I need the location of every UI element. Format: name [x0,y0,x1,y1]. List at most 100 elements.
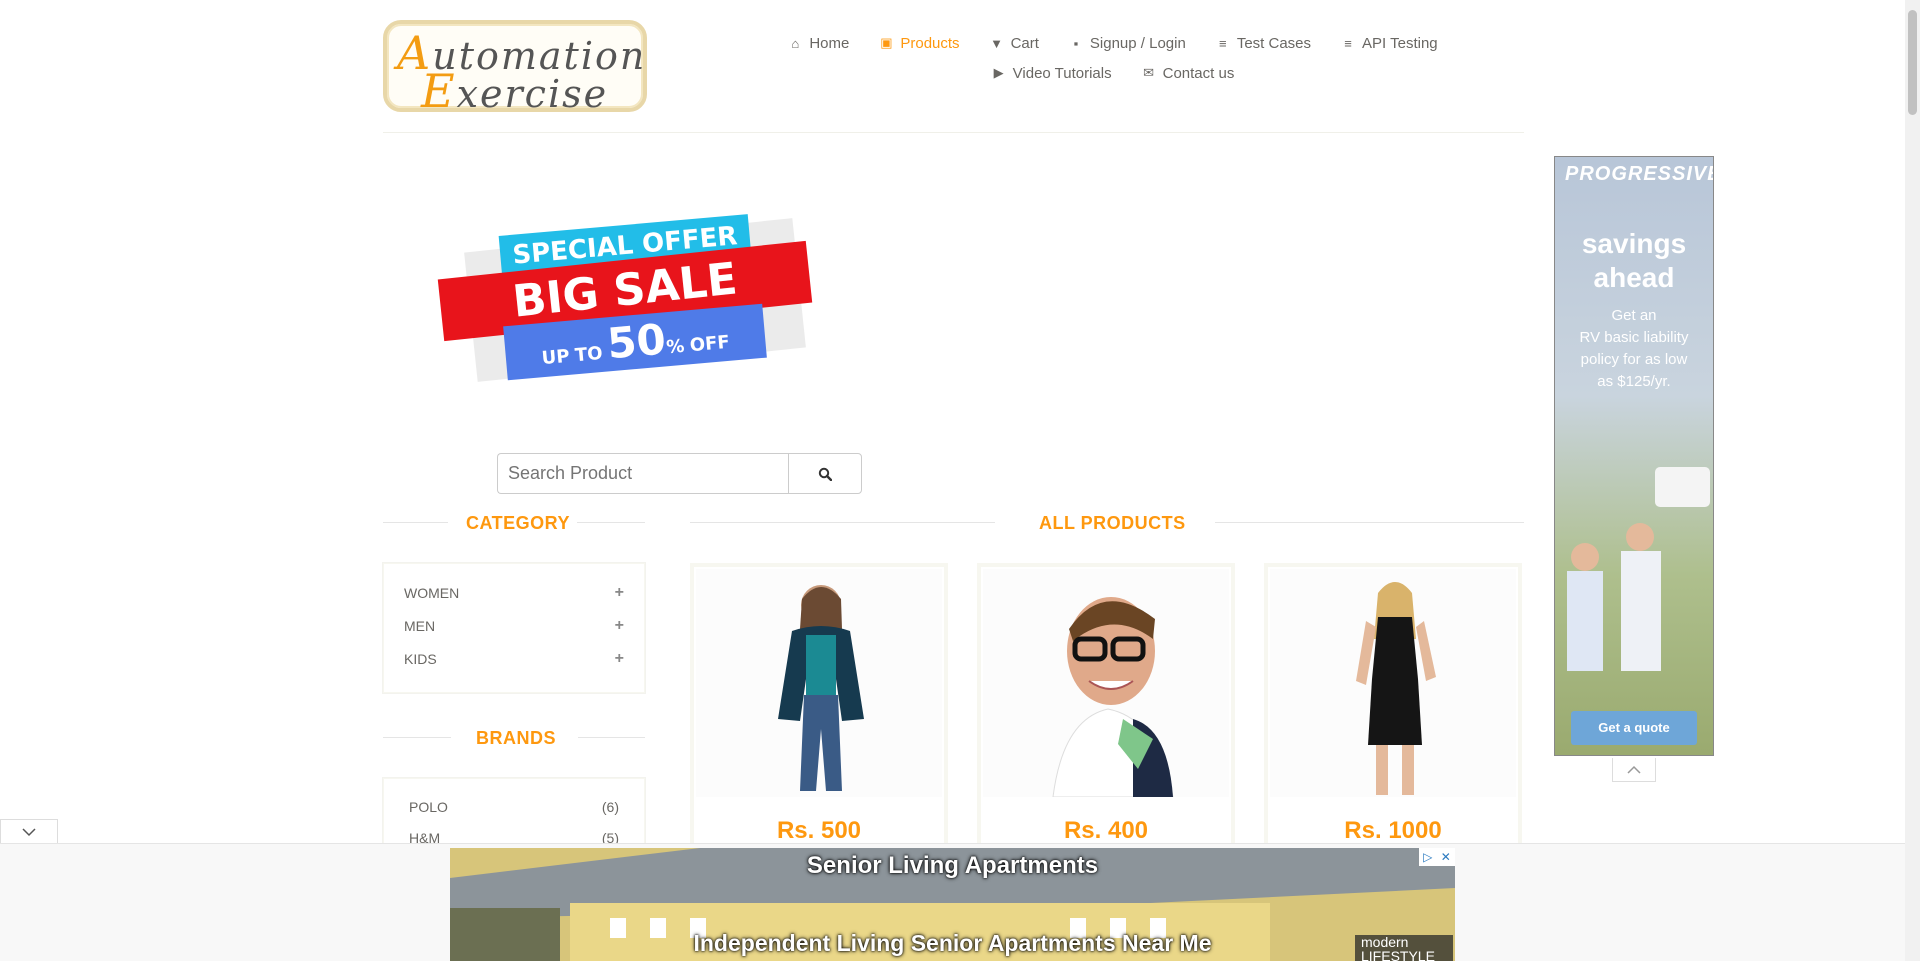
search-icon [818,467,832,481]
nav-label: Home [809,34,850,52]
divider [1215,522,1524,523]
product-image[interactable] [1270,569,1516,797]
ad-brand-line: modern [1361,934,1409,950]
nav-label: Video Tutorials [1012,64,1112,82]
nav-label: Cart [1010,34,1039,52]
banner-up: UP [540,345,571,370]
category-panel: WOMEN + MEN + KIDS + [383,563,645,693]
category-label: WOMEN [404,585,460,601]
side-advertisement[interactable]: PROGRESSIVE savings ahead Get an RV basi… [1554,156,1714,756]
ad-body: Get an RV basic liability policy for as … [1565,305,1703,393]
category-men[interactable]: MEN + [404,615,624,637]
category-women[interactable]: WOMEN + [404,582,624,604]
banner-percent: 50 [605,314,668,369]
product-image[interactable] [983,569,1229,797]
bottom-ad-toggle[interactable] [0,819,58,844]
search-button[interactable] [788,453,862,494]
brand-polo[interactable]: POLO (6) [409,799,619,819]
plus-icon[interactable]: + [615,650,624,668]
category-kids[interactable]: KIDS + [404,648,624,670]
collapse-ad-tab[interactable] [1612,758,1656,782]
get-quote-button[interactable]: Get a quote [1571,711,1697,745]
nav-label: Products [900,34,960,52]
search-input[interactable] [497,453,792,494]
ad-headline-line: savings [1581,228,1687,259]
nav-contact-us[interactable]: ✉ Contact us [1142,64,1235,82]
nav-test-cases[interactable]: ≡ Test Cases [1216,35,1311,52]
ad-headline-line: ahead [1593,262,1675,293]
ad-body-line: RV basic liability [1579,329,1689,346]
ad-brand-line: LIFESTYLE [1361,948,1435,961]
product-card[interactable]: Rs. 500 [690,563,948,863]
plus-icon[interactable]: + [615,584,624,602]
chevron-up-icon [1627,765,1641,774]
all-products-heading: ALL PRODUCTS [690,511,1524,535]
bottom-ad-subtitle: Independent Living Senior Apartments Nea… [693,930,1212,956]
nav-label: API Testing [1362,34,1438,52]
brands-title: BRANDS [476,727,557,748]
envelope-icon: ✉ [1143,65,1155,80]
divider [577,522,645,523]
site-header: Automation Exercise ⌂ Home ▣ Products ▼ … [383,0,1524,133]
main-nav: ⌂ Home ▣ Products ▼ Cart ▪ Signup / Logi… [783,28,1443,88]
product-card[interactable]: Rs. 400 [977,563,1235,863]
nav-api-testing[interactable]: ≡ API Testing [1341,34,1438,52]
brand-count: (6) [601,799,619,815]
product-price: Rs. 400 [1063,817,1149,844]
brand-label: POLO [409,799,448,815]
site-logo[interactable]: Automation Exercise [383,20,647,118]
divider [383,737,451,738]
nav-label: Test Cases [1236,34,1312,52]
nav-products[interactable]: ▣ Products [879,35,959,52]
logo-letter: E [421,64,457,118]
category-title: CATEGORY [466,512,571,533]
divider [690,522,995,523]
divider [383,522,448,523]
ad-body-line: Get an [1611,307,1657,324]
product-price: Rs. 500 [776,817,862,844]
category-label: MEN [404,618,436,634]
cart-icon: ▼ [990,35,1003,51]
ad-headline: savings ahead [1555,227,1713,295]
product-image[interactable] [696,569,942,797]
scrollbar-thumb[interactable] [1908,10,1917,115]
chevron-down-icon [22,828,36,837]
sale-banner: SPECIAL OFFER BIG SALE UP TO 50% OFF [437,214,830,385]
product-price: Rs. 1000 [1344,817,1442,844]
ad-body-line: policy for as low [1580,351,1688,368]
nav-label: Contact us [1162,64,1235,82]
bottom-ad-title: Senior Living Apartments [806,852,1099,879]
logo-text: xercise [456,72,609,116]
nav-video-tutorials[interactable]: ▶ Video Tutorials [992,65,1112,82]
category-heading: CATEGORY [383,511,645,535]
close-icon[interactable]: ✕ [1441,850,1451,864]
product-card[interactable]: Rs. 1000 [1264,563,1522,863]
plus-icon[interactable]: + [615,617,624,635]
brands-heading: BRANDS [383,726,645,750]
nav-signup-login[interactable]: ▪ Signup / Login [1069,35,1186,52]
banner-off: OFF [688,331,731,357]
ad-choices-badge[interactable]: ▷ ✕ [1419,848,1455,866]
ad-body-line: as $125/yr. [1597,373,1671,390]
man-figure-icon [1052,597,1174,797]
page-scrollbar[interactable] [1905,0,1920,961]
banner-pct-sign: % [665,335,686,359]
brands-panel: POLO (6) H&M (5) [383,778,645,848]
list-icon: ≡ [1344,35,1352,51]
category-label: KIDS [404,651,437,667]
nav-label: Signup / Login [1089,34,1186,52]
briefcase-icon: ▣ [880,35,893,50]
home-icon: ⌂ [791,35,800,51]
adchoices-icon[interactable]: ▷ [1423,850,1432,864]
bottom-advertisement[interactable]: Senior Living Apartments Independent Liv… [450,848,1455,961]
woman-figure-icon [778,585,864,791]
ad-people-image [1567,467,1710,671]
woman-dress-icon [1356,582,1436,795]
banner-to: TO [574,342,604,367]
ad-brand-logo: modern LIFESTYLE [1355,935,1453,961]
nav-cart[interactable]: ▼ Cart [990,35,1039,52]
nav-home[interactable]: ⌂ Home [788,35,849,52]
list-icon: ≡ [1219,35,1227,51]
ad-brand: PROGRESSIVE [1565,163,1714,185]
lock-icon: ▪ [1073,35,1079,51]
